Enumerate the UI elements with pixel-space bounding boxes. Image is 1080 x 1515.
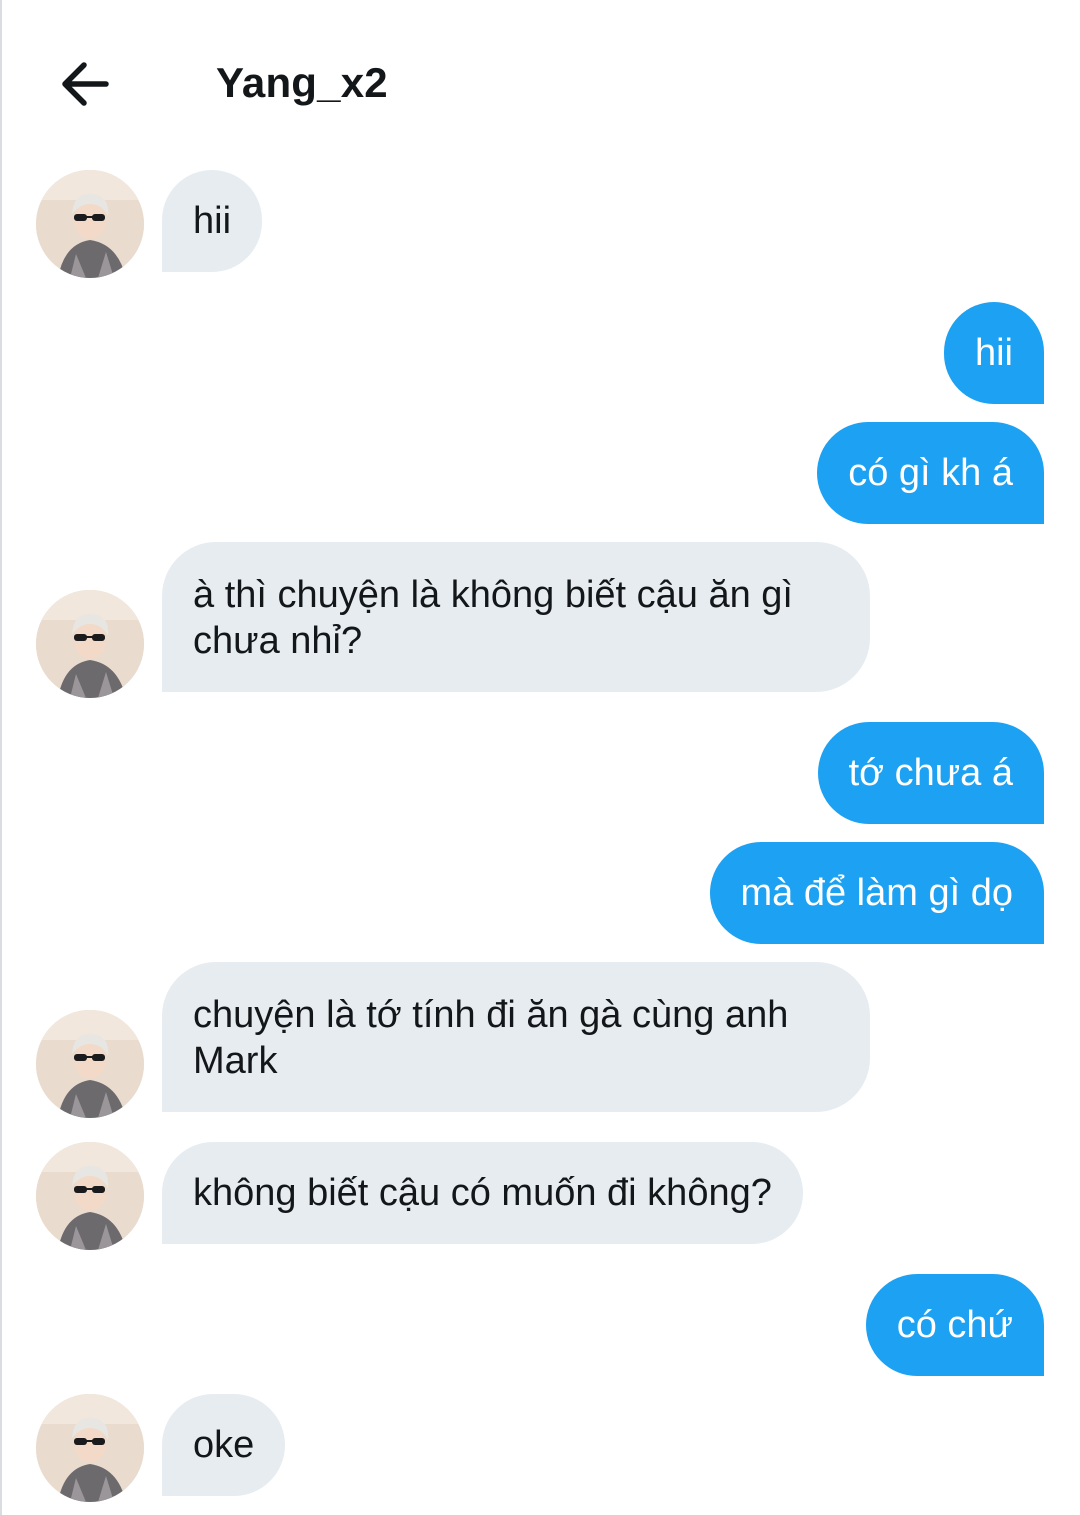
- message-bubble-incoming[interactable]: chuyện là tớ tính đi ăn gà cùng anh Mark: [162, 962, 870, 1112]
- message-bubble-outgoing[interactable]: mà để làm gì dọ: [709, 842, 1044, 944]
- message-bubble-outgoing[interactable]: có gì kh á: [817, 422, 1044, 524]
- arrow-left-icon: [62, 62, 109, 106]
- message-bubble-incoming[interactable]: oke: [162, 1394, 286, 1496]
- back-button[interactable]: [52, 52, 116, 116]
- conversation-title: Yang_x2: [216, 59, 388, 106]
- avatar[interactable]: [36, 170, 144, 278]
- message-bubble-incoming[interactable]: à thì chuyện là không biết cậu ăn gì chư…: [162, 542, 870, 692]
- avatar[interactable]: [36, 1142, 144, 1250]
- conversation-header: Yang_x2: [0, 0, 1080, 165]
- message-bubble-incoming[interactable]: hii: [162, 170, 263, 272]
- message-bubble-outgoing[interactable]: hii: [943, 302, 1044, 404]
- avatar[interactable]: [36, 1394, 144, 1502]
- screen-edge: [0, 0, 2, 1515]
- message-bubble-outgoing[interactable]: tớ chưa á: [817, 722, 1044, 824]
- message-bubble-outgoing[interactable]: có chứ: [865, 1274, 1044, 1376]
- message-bubble-incoming[interactable]: không biết cậu có muốn đi không?: [162, 1142, 803, 1244]
- avatar[interactable]: [36, 590, 144, 698]
- avatar[interactable]: [36, 1010, 144, 1118]
